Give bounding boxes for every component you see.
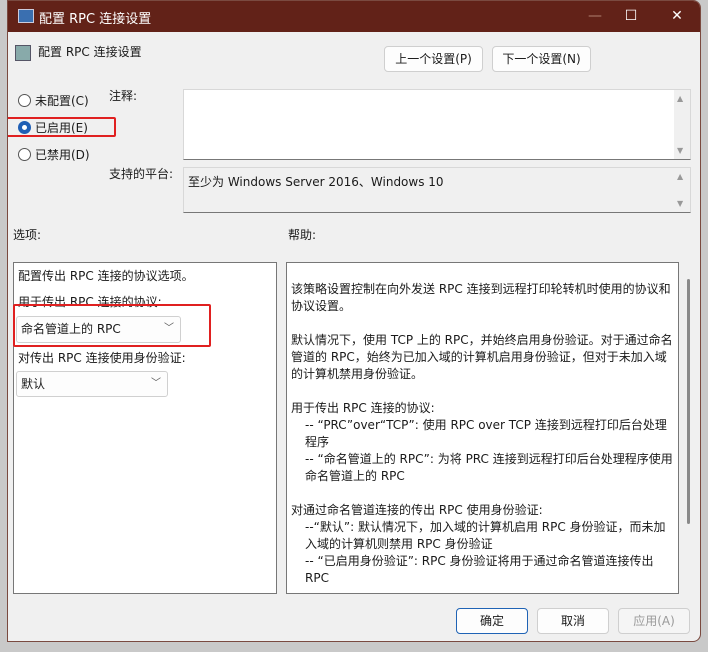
help-text: 用于传出 RPC 连接的协议: <box>291 401 435 415</box>
maximize-button[interactable]: ☐ <box>616 5 646 27</box>
auth-select[interactable]: 默认 ﹀ <box>16 371 168 397</box>
policy-setting-icon <box>15 45 31 61</box>
options-description: 配置传出 RPC 连接的协议选项。 <box>18 269 194 283</box>
scroll-down-icon: ▼ <box>677 146 684 155</box>
close-button[interactable]: ✕ <box>662 5 692 27</box>
help-text: -- “PRC”over“TCP”: 使用 RPC over TCP 连接到远程… <box>305 418 667 449</box>
help-panel: 该策略设置控制在向外发送 RPC 连接到远程打印轮转机时使用的协议和协议设置。 … <box>286 262 679 594</box>
radio-circle <box>18 94 31 107</box>
scroll-up-icon: ▲ <box>677 94 684 103</box>
previous-setting-button[interactable]: 上一个设置(P) <box>384 46 483 72</box>
next-setting-button[interactable]: 下一个设置(N) <box>492 46 591 72</box>
highlight-annotation <box>13 304 211 347</box>
radio-label: 已禁用(D) <box>35 148 90 162</box>
help-text: 该策略设置控制在向外发送 RPC 连接到远程打印轮转机时使用的协议和协议设置。 <box>291 282 671 313</box>
chevron-down-icon: ﹀ <box>151 378 161 389</box>
options-label: 选项: <box>13 228 42 242</box>
auth-value: 默认 <box>21 377 46 391</box>
policy-dialog: 配置 RPC 连接设置 — ☐ ✕ 配置 RPC 连接设置 上一个设置(P) 下… <box>7 0 701 642</box>
radio-label: 未配置(C) <box>35 94 89 108</box>
cancel-button[interactable]: 取消 <box>537 608 609 634</box>
help-text: -- “已启用身份验证”: RPC 身份验证将用于通过命名管道连接传出 RPC <box>305 554 654 585</box>
ok-button[interactable]: 确定 <box>456 608 528 634</box>
radio-disabled[interactable]: 已禁用(D) <box>18 146 90 163</box>
radio-circle <box>18 148 31 161</box>
title-bar: 配置 RPC 连接设置 — ☐ ✕ <box>8 1 700 32</box>
window-title: 配置 RPC 连接设置 <box>39 12 152 27</box>
help-text: -- “命名管道上的 RPC”: 为将 PRC 连接到远程打印后台处理程序使用命… <box>305 452 673 483</box>
policy-app-icon <box>18 9 34 23</box>
help-text: 默认情况下，使用 TCP 上的 RPC，并始终启用身份验证。对于通过命名管道的 … <box>291 333 673 381</box>
comment-input[interactable]: ▲ ▼ <box>183 89 691 160</box>
scroll-down-icon: ▼ <box>677 199 684 208</box>
comment-label: 注释: <box>109 89 138 103</box>
radio-not-configured[interactable]: 未配置(C) <box>18 92 89 109</box>
auth-label: 对传出 RPC 连接使用身份验证: <box>18 351 186 365</box>
platform-field: 至少为 Windows Server 2016、Windows 10 ▲ ▼ <box>183 167 691 213</box>
help-text: 对通过命名管道连接的传出 RPC 使用身份验证: <box>291 503 543 517</box>
help-label: 帮助: <box>288 228 317 242</box>
highlight-annotation <box>8 117 116 137</box>
comment-scrollbar[interactable]: ▲ ▼ <box>674 90 690 159</box>
platform-scrollbar[interactable]: ▲ ▼ <box>674 168 690 212</box>
scroll-up-icon: ▲ <box>677 172 684 181</box>
platform-value: 至少为 Windows Server 2016、Windows 10 <box>188 175 444 189</box>
minimize-button[interactable]: — <box>580 5 610 27</box>
setting-title: 配置 RPC 连接设置 <box>38 45 142 59</box>
help-scrollbar[interactable] <box>687 279 690 524</box>
apply-button[interactable]: 应用(A) <box>618 608 690 634</box>
help-text: --“默认”: 默认情况下，加入域的计算机启用 RPC 身份验证，而未加入域的计… <box>305 520 666 551</box>
platform-label: 支持的平台: <box>109 167 174 181</box>
